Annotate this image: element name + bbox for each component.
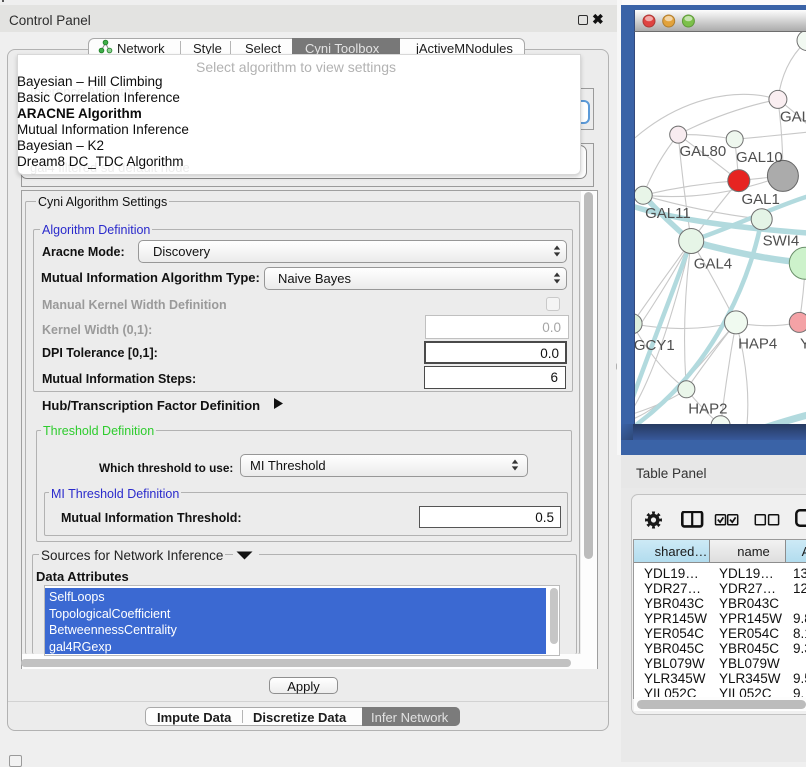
svg-text:GCY1: GCY1 — [634, 336, 675, 353]
svg-text:GAL80: GAL80 — [680, 143, 727, 160]
svg-text:HAP4: HAP4 — [738, 335, 777, 352]
svg-text:GAL4: GAL4 — [694, 255, 732, 272]
svg-text:GAL7: GAL7 — [780, 108, 806, 125]
svg-text:YM: YM — [800, 335, 806, 352]
svg-text:SWI4: SWI4 — [763, 232, 800, 249]
svg-text:HAP2: HAP2 — [688, 400, 727, 417]
svg-text:GAL10: GAL10 — [736, 149, 783, 166]
svg-text:GAL1: GAL1 — [742, 191, 780, 208]
svg-text:GAL11: GAL11 — [645, 205, 691, 222]
